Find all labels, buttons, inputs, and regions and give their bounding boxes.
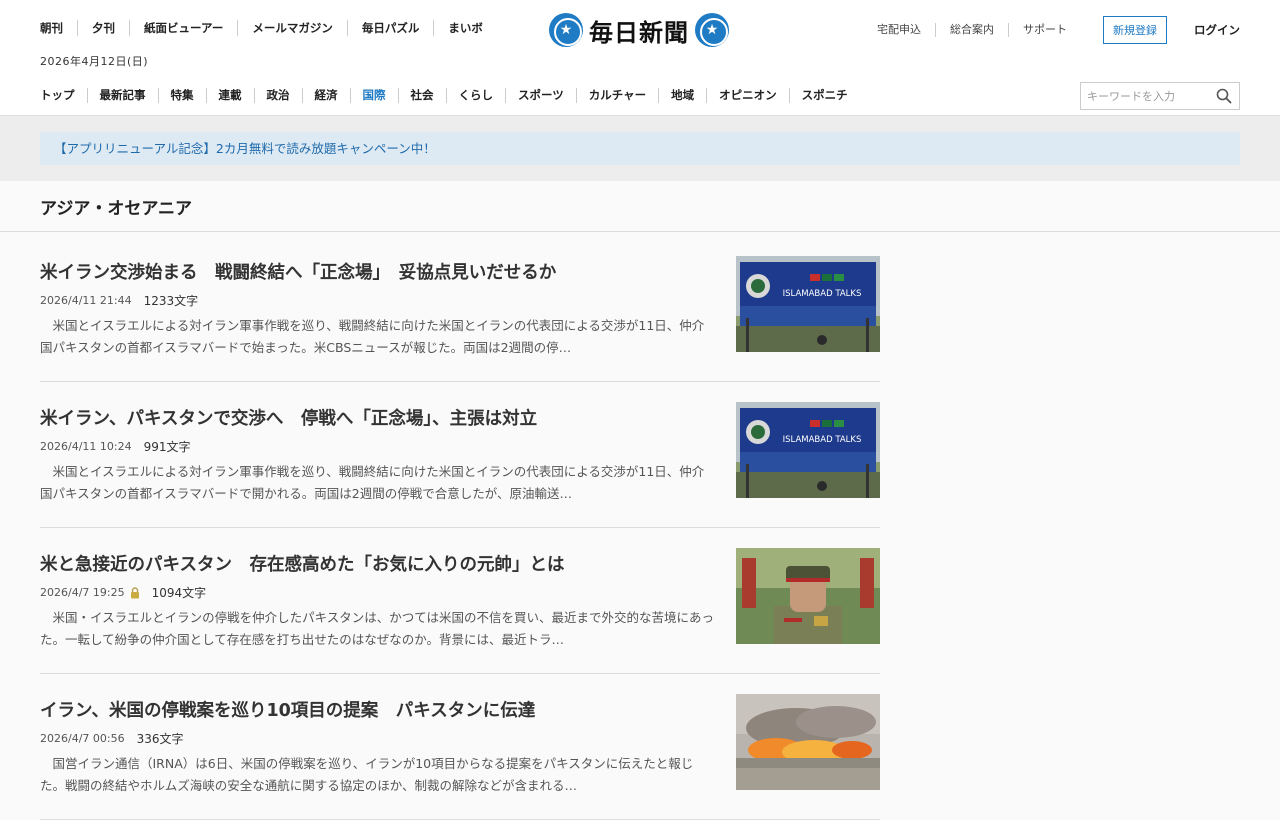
lock-icon — [130, 586, 139, 598]
article-date: 2026/4/7 00:56 — [40, 732, 125, 745]
nav-society[interactable]: 社会 — [397, 88, 446, 103]
article-char-count: 1094文字 — [151, 586, 207, 600]
article-char-count: 991文字 — [143, 440, 191, 454]
section-title: アジア・オセアニア — [40, 199, 192, 219]
article-thumbnail[interactable] — [736, 694, 880, 790]
site-header: 朝刊 夕刊 紙面ビューアー メールマガジン 毎日パズル まいボ 2026年4月1… — [0, 0, 1280, 116]
utility-link-delivery[interactable]: 宅配申込 — [877, 23, 935, 37]
site-logo[interactable]: 毎日新聞 — [549, 12, 729, 48]
article-char-count: 1233文字 — [143, 294, 199, 308]
article-date: 2026/4/7 19:25 — [40, 586, 125, 599]
logo-emblem-icon — [695, 13, 729, 47]
article-title[interactable]: イラン、米国の停戦案を巡り10項目の提案 パキスタンに伝達 — [40, 697, 535, 722]
main-nav: トップ 最新記事 特集 連載 政治 経済 国際 社会 くらし スポーツ カルチャ… — [40, 88, 860, 103]
article-thumbnail[interactable]: ISLAMABAD TALKS — [736, 256, 880, 352]
article-meta: 2026/4/7 19:25 1094文字 — [40, 584, 206, 601]
article-date: 2026/4/11 10:24 — [40, 440, 132, 453]
logo-text: 毎日新聞 — [589, 17, 689, 47]
nav-international[interactable]: 国際 — [349, 88, 398, 103]
utility-link-support[interactable]: サポート — [1008, 23, 1081, 37]
utility-link-guide[interactable]: 総合案内 — [935, 23, 1008, 37]
nav-latest[interactable]: 最新記事 — [86, 88, 158, 103]
article-list: 米イラン交渉始まる 戦闘終結へ「正念場」 妥協点見いだせるか 2026/4/11… — [40, 236, 880, 820]
top-link-viewer[interactable]: 紙面ビューアー — [129, 20, 237, 36]
campaign-area: 【アプリリニューアル記念】2カ月無料で読み放題キャンペーン中！ — [0, 116, 1280, 181]
section-header — [0, 181, 1280, 232]
article-meta: 2026/4/11 21:44 1233文字 — [40, 292, 198, 309]
billboard-text: ISLAMABAD TALKS — [783, 289, 862, 299]
logo-emblem-icon — [549, 13, 583, 47]
fire-image — [736, 694, 880, 790]
article-item[interactable]: 米と急接近のパキスタン 存在感高めた「お気に入りの元帥」とは 2026/4/7 … — [40, 528, 880, 674]
portrait-image — [736, 548, 880, 644]
nav-life[interactable]: くらし — [445, 88, 506, 103]
article-thumbnail[interactable] — [736, 548, 880, 644]
nav-features[interactable]: 特集 — [157, 88, 206, 103]
article-item[interactable]: イラン、米国の停戦案を巡り10項目の提案 パキスタンに伝達 2026/4/7 0… — [40, 674, 880, 820]
billboard-image: ISLAMABAD TALKS — [736, 256, 880, 352]
campaign-banner[interactable]: 【アプリリニューアル記念】2カ月無料で読み放題キャンペーン中！ — [40, 132, 1240, 165]
register-button[interactable]: 新規登録 — [1103, 16, 1167, 44]
billboard-image: ISLAMABAD TALKS — [736, 402, 880, 498]
nav-economy[interactable]: 経済 — [301, 88, 350, 103]
search-icon[interactable] — [1216, 88, 1232, 104]
top-link-maibo[interactable]: まいボ — [433, 20, 497, 36]
article-title[interactable]: 米イラン交渉始まる 戦闘終結へ「正念場」 妥協点見いだせるか — [40, 259, 556, 284]
top-link-newsletter[interactable]: メールマガジン — [237, 20, 347, 36]
top-links: 朝刊 夕刊 紙面ビューアー メールマガジン 毎日パズル まいボ — [40, 20, 497, 36]
top-link-puzzle[interactable]: 毎日パズル — [346, 20, 434, 36]
login-link[interactable]: ログイン — [1194, 22, 1240, 38]
top-link-morning[interactable]: 朝刊 — [40, 20, 77, 36]
search-input[interactable] — [1081, 84, 1211, 108]
current-date: 2026年4月12日(日) — [40, 55, 149, 68]
article-excerpt: 米国とイスラエルによる対イラン軍事作戦を巡り、戦闘終結に向けた米国とイランの代表… — [40, 464, 705, 501]
top-link-evening[interactable]: 夕刊 — [77, 20, 129, 36]
billboard-text: ISLAMABAD TALKS — [783, 435, 862, 445]
article-excerpt: 米国・イスラエルとイランの停戦を仲介したパキスタンは、かつては米国の不信を買い、… — [40, 610, 715, 647]
article-meta: 2026/4/7 00:56 336文字 — [40, 730, 184, 747]
nav-top[interactable]: トップ — [40, 88, 87, 103]
article-item[interactable]: 米イラン交渉始まる 戦闘終結へ「正念場」 妥協点見いだせるか 2026/4/11… — [40, 236, 880, 382]
nav-sponichi[interactable]: スポニチ — [788, 88, 860, 103]
article-title[interactable]: 米と急接近のパキスタン 存在感高めた「お気に入りの元帥」とは — [40, 551, 564, 576]
article-meta: 2026/4/11 10:24 991文字 — [40, 438, 191, 455]
nav-sports[interactable]: スポーツ — [505, 88, 576, 103]
search-box — [1080, 82, 1240, 110]
article-date: 2026/4/11 21:44 — [40, 294, 132, 307]
article-excerpt: 国営イラン通信（IRNA）は6日、米国の停戦案を巡り、イランが10項目からなる提… — [40, 756, 694, 793]
nav-opinion[interactable]: オピニオン — [706, 88, 789, 103]
article-excerpt: 米国とイスラエルによる対イラン軍事作戦を巡り、戦闘終結に向けた米国とイランの代表… — [40, 318, 705, 355]
nav-culture[interactable]: カルチャー — [575, 88, 658, 103]
nav-series[interactable]: 連載 — [205, 88, 254, 103]
article-title[interactable]: 米イラン、パキスタンで交渉へ 停戦へ「正念場」、主張は対立 — [40, 405, 537, 430]
nav-politics[interactable]: 政治 — [253, 88, 302, 103]
nav-regional[interactable]: 地域 — [658, 88, 706, 103]
article-item[interactable]: 米イラン、パキスタンで交渉へ 停戦へ「正念場」、主張は対立 2026/4/11 … — [40, 382, 880, 528]
utility-links: 宅配申込 総合案内 サポート 新規登録 ログイン — [877, 16, 1240, 44]
article-char-count: 336文字 — [136, 732, 184, 746]
article-thumbnail[interactable]: ISLAMABAD TALKS — [736, 402, 880, 498]
campaign-text: 【アプリリニューアル記念】2カ月無料で読み放題キャンペーン中！ — [54, 141, 436, 156]
